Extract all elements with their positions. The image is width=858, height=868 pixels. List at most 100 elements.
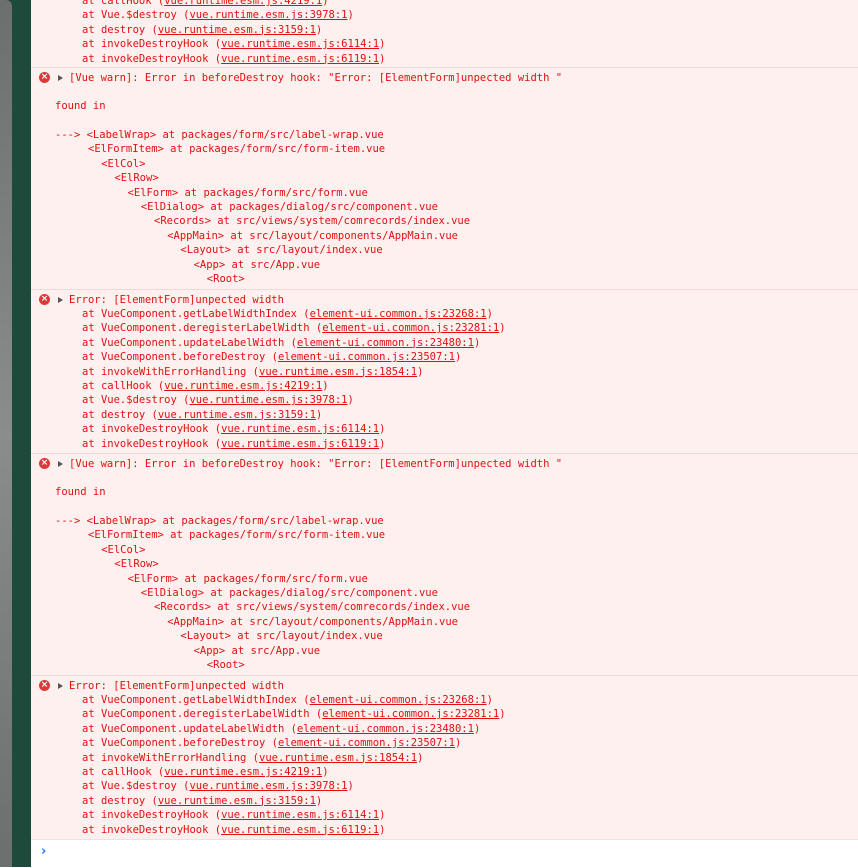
stack-frame-function: at VueComponent.beforeDestroy ( (82, 737, 278, 750)
stack-frame-function: at VueComponent.deregisterLabelWidth ( (82, 708, 323, 721)
stack-frame-suffix: ) (499, 322, 506, 335)
stack-frame-suffix: ) (322, 380, 329, 392)
prompt-chevron-icon: › (41, 844, 47, 859)
stack-frame-suffix: ) (379, 38, 386, 51)
stack-frame-suffix: ) (315, 23, 323, 36)
source-link[interactable]: vue.runtime.esm.js:3159:1 (158, 795, 316, 807)
panel-scroll-tab[interactable] (0, 0, 12, 867)
component-tree-line: <Layout> at src/layout/index.vue (180, 630, 383, 643)
stack-frame: at VueComponent.beforeDestroy (element-u… (82, 350, 461, 364)
component-tree-line: <Records> at src/views/system/comrecords… (154, 601, 471, 614)
stack-frame-function: at destroy ( (82, 408, 158, 421)
component-tree-line: <ElRow> (114, 558, 159, 571)
stack-frame: at invokeDestroyHook (vue.runtime.esm.js… (82, 422, 385, 436)
stack-frame-suffix: ) (322, 0, 329, 7)
source-link[interactable]: vue.runtime.esm.js:3978:1 (189, 9, 347, 21)
console-message-warning: × [Vue warn]: Error in beforeDestroy hoo… (31, 453, 858, 676)
source-link[interactable]: element-ui.common.js:23268:1 (310, 308, 487, 320)
stack-frame: at invokeDestroyHook (vue.runtime.esm.js… (82, 823, 385, 837)
expand-triangle-icon[interactable] (58, 461, 63, 467)
source-link[interactable]: vue.runtime.esm.js:4219:1 (164, 0, 322, 7)
component-tree-line: ---> <LabelWrap> at packages/form/src/la… (55, 515, 384, 527)
source-link[interactable]: element-ui.common.js:23281:1 (322, 708, 499, 720)
source-link[interactable]: vue.runtime.esm.js:4219:1 (164, 766, 322, 778)
component-tree-line: <ElFormItem> at packages/form/src/form-i… (88, 529, 386, 542)
source-link[interactable]: vue.runtime.esm.js:3159:1 (158, 409, 316, 421)
source-link[interactable]: element-ui.common.js:23507:1 (278, 737, 455, 749)
stack-frame: at VueComponent.deregisterLabelWidth (el… (82, 707, 506, 721)
stack-frame: at invokeDestroyHook (vue.runtime.esm.js… (82, 52, 385, 66)
stack-frame: at VueComponent.deregisterLabelWidth (el… (82, 321, 506, 335)
source-link[interactable]: vue.runtime.esm.js:6119:1 (221, 53, 379, 65)
source-link[interactable]: vue.runtime.esm.js:3978:1 (189, 394, 347, 406)
message-header[interactable]: [Vue warn]: Error in beforeDestroy hook:… (69, 71, 562, 85)
source-link[interactable]: vue.runtime.esm.js:6114:1 (221, 809, 379, 821)
component-tree-line: <App> at src/App.vue (193, 644, 321, 657)
console-message-error-partial: at callHook (vue.runtime.esm.js:4219:1) a… (31, 0, 858, 67)
stack-frame-function: at callHook ( (82, 380, 165, 392)
stack-frame-suffix: ) (486, 308, 493, 320)
stack-frame: at destroy (vue.runtime.esm.js:3159:1) (82, 794, 322, 808)
component-tree-line: <App> at src/App.vue (193, 258, 321, 271)
stack-frame-function: at destroy ( (82, 23, 158, 36)
component-tree-line: <ElDialog> at packages/dialog/src/compon… (140, 201, 438, 213)
stack-frame-function: at invokeWithErrorHandling ( (82, 751, 260, 764)
source-link[interactable]: vue.runtime.esm.js:1854:1 (259, 366, 417, 378)
message-header[interactable]: [Vue warn]: Error in beforeDestroy hook:… (69, 457, 562, 471)
source-link[interactable]: element-ui.common.js:23480:1 (297, 337, 474, 349)
stack-frame: at invokeWithErrorHandling (vue.runtime.… (82, 365, 423, 379)
console-panel: at callHook (vue.runtime.esm.js:4219:1) a… (31, 0, 858, 868)
stack-frame-function: at invokeDestroyHook ( (82, 823, 222, 836)
stack-frame-function: at invokeDestroyHook ( (82, 38, 222, 51)
stack-frame-function: at VueComponent.getLabelWidthIndex ( (82, 694, 310, 706)
stack-frame-function: at VueComponent.beforeDestroy ( (82, 351, 278, 364)
source-link[interactable]: element-ui.common.js:23507:1 (278, 351, 455, 363)
stack-frame-suffix: ) (347, 9, 354, 22)
stack-frame: at Vue.$destroy (vue.runtime.esm.js:3978… (82, 8, 354, 22)
message-header[interactable]: Error: [ElementForm]unpected width (69, 679, 284, 693)
stack-frame-suffix: ) (379, 809, 386, 822)
stack-frame: at destroy (vue.runtime.esm.js:3159:1) (82, 408, 322, 422)
source-link[interactable]: vue.runtime.esm.js:6114:1 (221, 38, 379, 50)
stack-frame: at invokeDestroyHook (vue.runtime.esm.js… (82, 437, 385, 451)
stack-frame-function: at VueComponent.updateLabelWidth ( (82, 336, 297, 349)
source-link[interactable]: element-ui.common.js:23281:1 (322, 322, 499, 334)
stack-frame: at callHook (vue.runtime.esm.js:4219:1) (82, 379, 329, 393)
expand-triangle-icon[interactable] (58, 75, 63, 81)
stack-frame: at VueComponent.getLabelWidthIndex (elem… (82, 693, 493, 707)
source-link[interactable]: vue.runtime.esm.js:6119:1 (221, 824, 379, 836)
stack-frame: at callHook (vue.runtime.esm.js:4219:1) (82, 0, 329, 8)
stack-frame-suffix: ) (379, 437, 386, 450)
stack-frame-function: at invokeDestroyHook ( (82, 809, 222, 822)
found-in-label: found in (55, 100, 106, 112)
component-tree-line: <ElCol> (101, 543, 146, 556)
stack-frame: at VueComponent.getLabelWidthIndex (elem… (82, 307, 493, 321)
source-link[interactable]: vue.runtime.esm.js:3978:1 (189, 780, 347, 792)
stack-frame-function: at invokeWithErrorHandling ( (82, 365, 260, 378)
stack-frame-function: at VueComponent.deregisterLabelWidth ( (82, 322, 323, 335)
component-tree-line: <Layout> at src/layout/index.vue (180, 244, 383, 257)
source-link[interactable]: vue.runtime.esm.js:4219:1 (164, 380, 322, 392)
source-link[interactable]: vue.runtime.esm.js:6119:1 (221, 438, 379, 450)
stack-frame-function: at Vue.$destroy ( (82, 394, 190, 407)
source-link[interactable]: vue.runtime.esm.js:3159:1 (158, 24, 316, 36)
stack-frame-suffix: ) (379, 823, 386, 836)
stack-frame-suffix: ) (315, 408, 323, 421)
source-link[interactable]: element-ui.common.js:23480:1 (297, 723, 474, 735)
stack-frame-suffix: ) (473, 336, 481, 349)
expand-triangle-icon[interactable] (58, 683, 63, 689)
stack-frame: at destroy (vue.runtime.esm.js:3159:1) (82, 23, 322, 37)
stack-frame-suffix: ) (417, 751, 424, 764)
stack-frame-function: at invokeDestroyHook ( (82, 437, 222, 450)
component-tree-line: <AppMain> at src/layout/components/AppMa… (167, 229, 458, 242)
stack-frame: at VueComponent.beforeDestroy (element-u… (82, 736, 461, 750)
stack-frame: at invokeDestroyHook (vue.runtime.esm.js… (82, 37, 385, 51)
message-header[interactable]: Error: [ElementForm]unpected width (69, 293, 284, 307)
source-link[interactable]: vue.runtime.esm.js:6114:1 (221, 423, 379, 435)
expand-triangle-icon[interactable] (58, 297, 63, 303)
console-prompt[interactable]: › (31, 839, 858, 868)
stack-frame-function: at callHook ( (82, 0, 165, 7)
source-link[interactable]: element-ui.common.js:23268:1 (310, 694, 487, 706)
source-link[interactable]: vue.runtime.esm.js:1854:1 (259, 752, 417, 764)
error-circle-icon: × (39, 458, 50, 469)
